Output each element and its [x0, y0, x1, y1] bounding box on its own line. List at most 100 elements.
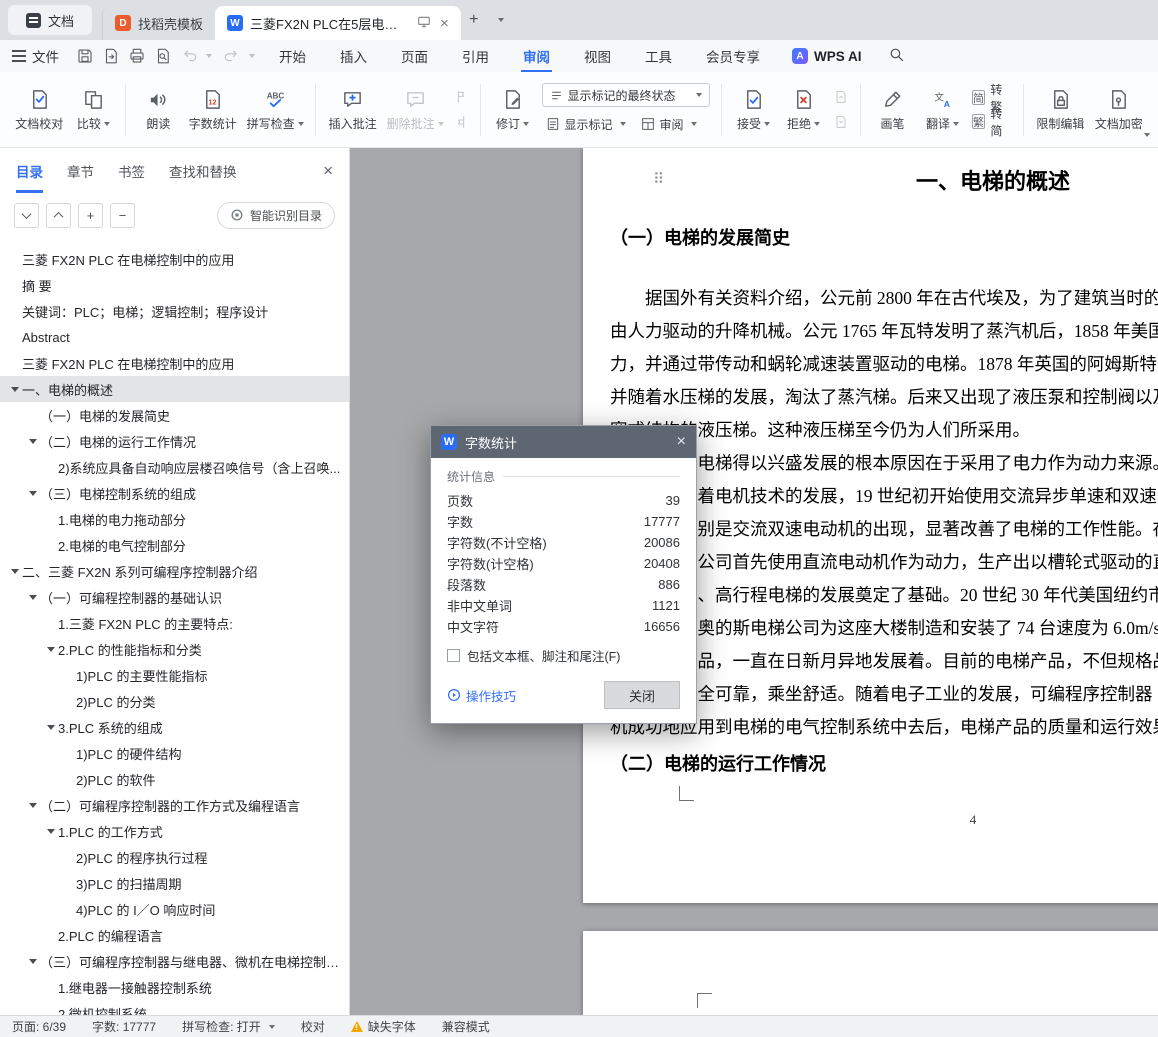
toc-item[interactable]: 摘 要: [0, 272, 349, 298]
word-count-button[interactable]: 12 字数统计: [183, 78, 241, 142]
close-tab-icon[interactable]: ×: [440, 15, 449, 32]
to-simplified-button[interactable]: 繁 转简: [971, 107, 1013, 138]
tab-contents[interactable]: 目录: [16, 149, 43, 193]
include-footnotes-checkbox[interactable]: 包括文本框、脚注和尾注(F): [447, 646, 680, 665]
menu-item[interactable]: 视图: [582, 40, 613, 73]
toc-collapse-arrow-icon[interactable]: [44, 646, 58, 652]
menu-item[interactable]: 开始: [277, 40, 308, 73]
toc-collapse-arrow-icon[interactable]: [26, 594, 40, 600]
show-markup-button[interactable]: 显示标记: [542, 112, 629, 136]
toc-item[interactable]: 二、三菱 FX2N 系列可编程序控制器介绍: [0, 558, 349, 584]
new-tab-button[interactable]: +: [461, 7, 487, 33]
toc-item[interactable]: 一、电梯的概述: [0, 376, 349, 402]
share-screen-icon[interactable]: [417, 15, 431, 32]
toc-item[interactable]: 2)PLC 的分类: [0, 688, 349, 714]
toc-item[interactable]: 3.PLC 系统的组成: [0, 714, 349, 740]
status-compatibility-mode[interactable]: 兼容模式: [442, 1018, 490, 1035]
next-comment-button[interactable]: [449, 111, 473, 133]
dialog-close-icon[interactable]: ×: [677, 433, 686, 451]
toc-item[interactable]: 1.继电器一接触器控制系统: [0, 974, 349, 1000]
zoom-out-button[interactable]: −: [110, 202, 135, 228]
output-button[interactable]: [99, 44, 123, 68]
redo-button[interactable]: [220, 44, 244, 68]
spell-check-button[interactable]: ABC 拼写检查: [242, 78, 309, 142]
delete-comment-button[interactable]: 删除批注: [382, 78, 449, 142]
close-pane-icon[interactable]: ×: [323, 161, 333, 181]
undo-dropdown-icon[interactable]: [206, 54, 212, 58]
file-menu-button[interactable]: 文件: [12, 46, 59, 66]
toc-item[interactable]: 2.微机控制系统: [0, 1000, 349, 1016]
menu-item[interactable]: 审阅: [521, 40, 552, 73]
menu-item[interactable]: 引用: [460, 40, 491, 73]
zoom-in-button[interactable]: +: [78, 202, 103, 228]
status-word-count[interactable]: 字数: 17777: [92, 1018, 156, 1035]
menu-item[interactable]: 会员专享: [704, 40, 762, 73]
collapse-all-button[interactable]: [46, 202, 71, 228]
ribbon-collapse-button[interactable]: [1141, 124, 1150, 142]
previous-change-button[interactable]: [829, 86, 853, 108]
wps-ai-button[interactable]: A WPS AI: [792, 48, 862, 64]
status-spell-check[interactable]: 拼写检查: 打开: [182, 1018, 275, 1035]
undo-button[interactable]: [177, 44, 201, 68]
track-changes-button[interactable]: 修订: [488, 78, 538, 142]
tab-list-dropdown[interactable]: [487, 7, 513, 33]
translate-button[interactable]: 文A 翻译: [918, 78, 968, 142]
toc-item[interactable]: （二）电梯的运行工作情况: [0, 428, 349, 454]
insert-comment-button[interactable]: 插入批注: [323, 78, 381, 142]
display-for-review-dropdown[interactable]: 显示标记的最终状态: [541, 83, 710, 107]
toc-item[interactable]: 1)PLC 的主要性能指标: [0, 662, 349, 688]
toc-item[interactable]: （二）可编程序控制器的工作方式及编程语言: [0, 792, 349, 818]
toc-item[interactable]: 2)系统应具备自动响应层楼召唤信号（含上召唤...: [0, 454, 349, 480]
home-docs-tab[interactable]: 文档: [8, 5, 93, 35]
menu-item[interactable]: 页面: [399, 40, 430, 73]
toc-item[interactable]: 2)PLC 的软件: [0, 766, 349, 792]
toc-item[interactable]: 1)PLC 的硬件结构: [0, 740, 349, 766]
document-page-5[interactable]: [583, 931, 1158, 1015]
tab-sections[interactable]: 章节: [67, 161, 94, 181]
reviewing-pane-button[interactable]: 审阅: [637, 112, 700, 136]
toc-item[interactable]: 1.电梯的电力拖动部分: [0, 506, 349, 532]
search-button[interactable]: [888, 46, 905, 66]
compare-button[interactable]: 比较: [68, 78, 118, 142]
restrict-editing-button[interactable]: 限制编辑: [1031, 78, 1089, 142]
previous-comment-button[interactable]: [449, 86, 473, 108]
toc-collapse-arrow-icon[interactable]: [44, 724, 58, 730]
menu-item[interactable]: 插入: [338, 40, 369, 73]
toc-item[interactable]: 2.PLC 的编程语言: [0, 922, 349, 948]
tab-bookmarks[interactable]: 书签: [118, 161, 145, 181]
toc-collapse-arrow-icon[interactable]: [26, 438, 40, 444]
redo-dropdown-icon[interactable]: [249, 54, 255, 58]
status-proofing[interactable]: 校对: [301, 1018, 325, 1035]
status-missing-font[interactable]: 缺失字体: [350, 1018, 416, 1035]
toc-collapse-arrow-icon[interactable]: [26, 802, 40, 808]
toc-item[interactable]: 三菱 FX2N PLC 在电梯控制中的应用: [0, 350, 349, 376]
toc-item[interactable]: （一）电梯的发展简史: [0, 402, 349, 428]
print-button[interactable]: [125, 44, 149, 68]
toc-item[interactable]: Abstract: [0, 324, 349, 350]
toc-item[interactable]: （一）可编程控制器的基础认识: [0, 584, 349, 610]
toc-item[interactable]: 1.三菱 FX2N PLC 的主要特点:: [0, 610, 349, 636]
document-tab-active[interactable]: W 三菱FX2N PLC在5层电梯逻辑 ×: [215, 6, 461, 40]
tab-find-replace[interactable]: 查找和替换: [169, 161, 237, 181]
save-button[interactable]: [73, 44, 97, 68]
status-page-indicator[interactable]: 页面: 6/39: [12, 1018, 66, 1035]
toc-item[interactable]: 2)PLC 的程序执行过程: [0, 844, 349, 870]
ink-pen-button[interactable]: 画笔: [868, 78, 918, 142]
print-preview-button[interactable]: [151, 44, 175, 68]
encrypt-document-button[interactable]: 文档加密: [1090, 78, 1148, 142]
accept-button[interactable]: 接受: [729, 78, 779, 142]
doc-proofing-button[interactable]: 文档校对: [10, 78, 68, 142]
read-aloud-button[interactable]: 朗读: [133, 78, 183, 142]
toc-item[interactable]: 2.电梯的电气控制部分: [0, 532, 349, 558]
reject-button[interactable]: 拒绝: [779, 78, 829, 142]
next-change-button[interactable]: [829, 111, 853, 133]
toc-item[interactable]: 关键词：PLC；电梯；逻辑控制；程序设计: [0, 298, 349, 324]
toc-collapse-arrow-icon[interactable]: [26, 490, 40, 496]
expand-all-button[interactable]: [14, 202, 39, 228]
checkbox-icon[interactable]: [447, 649, 460, 662]
smart-toc-button[interactable]: 智能识别目录: [216, 201, 335, 229]
close-dialog-button[interactable]: 关闭: [604, 681, 680, 709]
toc-item[interactable]: 4)PLC 的 I／O 响应时间: [0, 896, 349, 922]
toc-collapse-arrow-icon[interactable]: [8, 386, 22, 392]
toc-collapse-arrow-icon[interactable]: [8, 568, 22, 574]
